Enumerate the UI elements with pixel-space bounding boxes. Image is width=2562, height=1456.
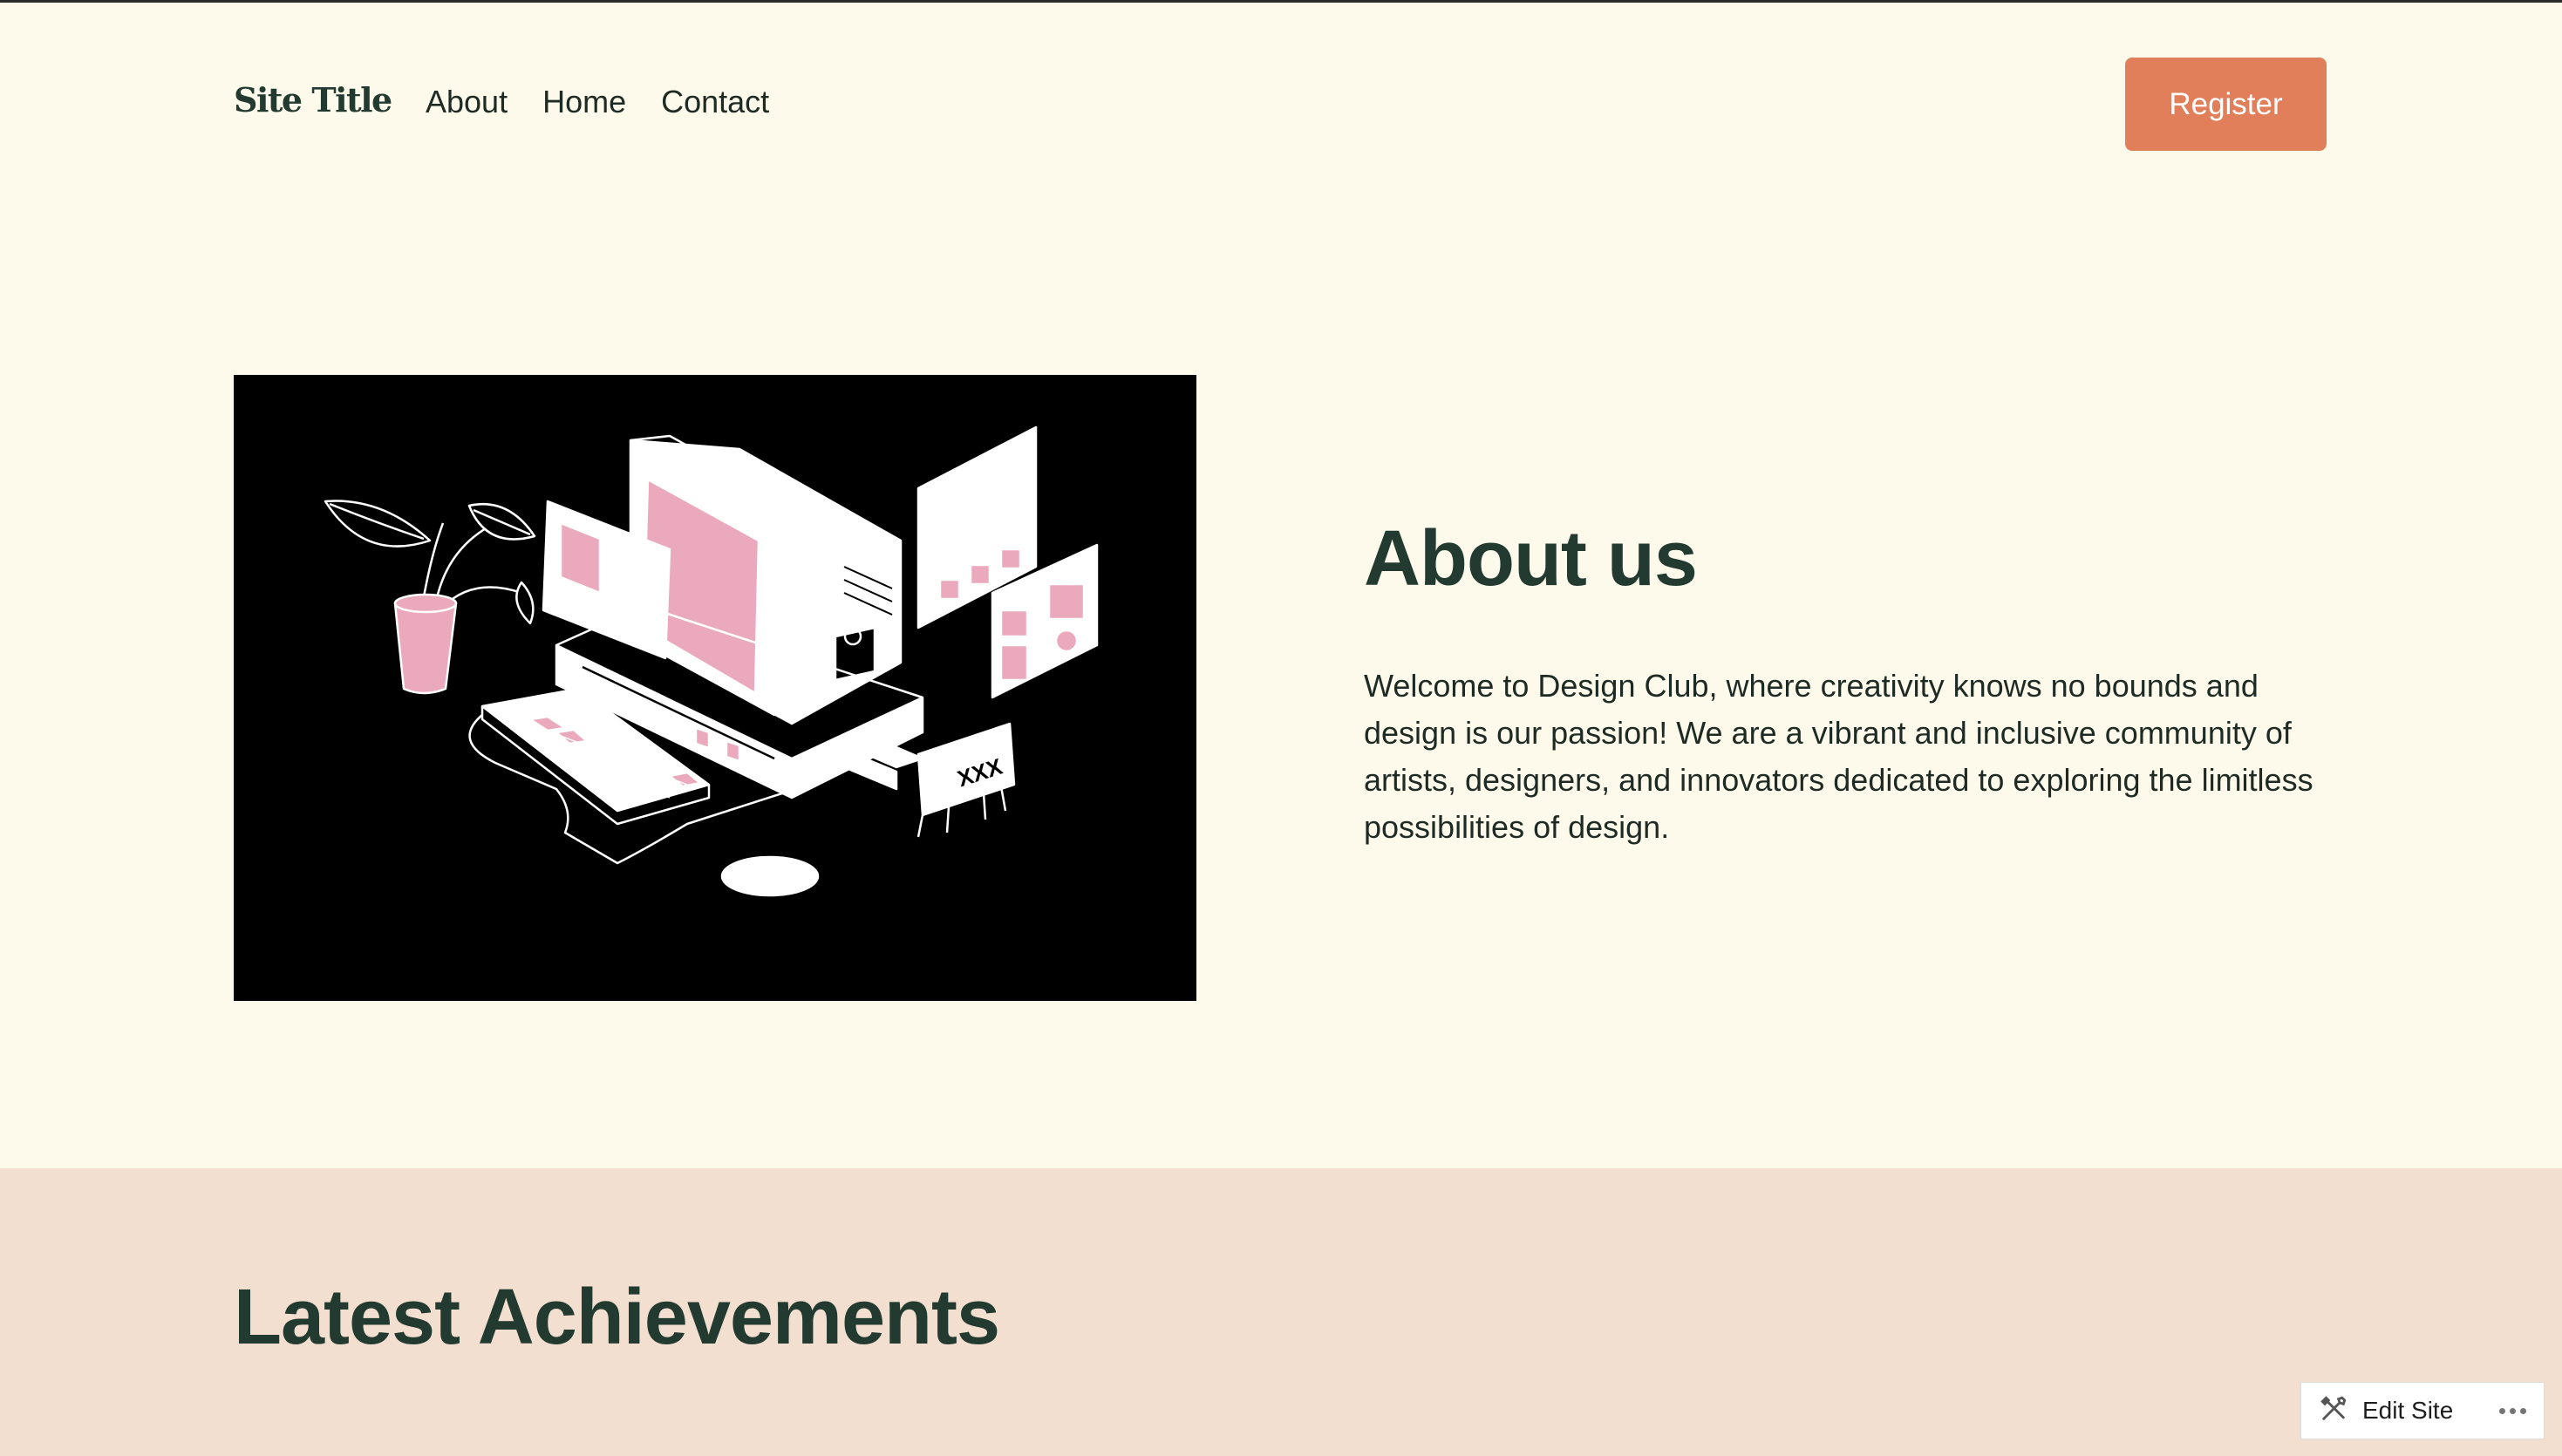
tools-icon — [2319, 1394, 2348, 1428]
register-button[interactable]: Register — [2125, 58, 2327, 151]
more-icon[interactable] — [2499, 1407, 2526, 1414]
edit-site-label: Edit Site — [2362, 1397, 2454, 1424]
achievements-heading: Latest Achievements — [234, 1274, 1000, 1361]
about-text: Welcome to Design Club, where creativity… — [1364, 668, 2313, 845]
primary-nav: About Home Contact — [426, 84, 769, 120]
mouse-icon — [720, 855, 820, 897]
edit-site-bar: Edit Site — [2300, 1382, 2545, 1439]
nav-home[interactable]: Home — [542, 84, 626, 120]
site-title[interactable]: Site Title — [234, 80, 392, 119]
nav-about[interactable]: About — [426, 84, 508, 120]
top-border — [0, 0, 2562, 3]
achievements-section: Latest Achievements — [0, 1168, 2562, 1456]
edit-site-button[interactable]: Edit Site — [2319, 1394, 2453, 1428]
plant-icon — [324, 500, 536, 695]
monitor-icon — [629, 434, 903, 725]
nav-contact[interactable]: Contact — [661, 84, 769, 120]
hero-illustration: XXX — [234, 375, 1196, 1001]
about-heading: About us — [1364, 515, 1698, 602]
